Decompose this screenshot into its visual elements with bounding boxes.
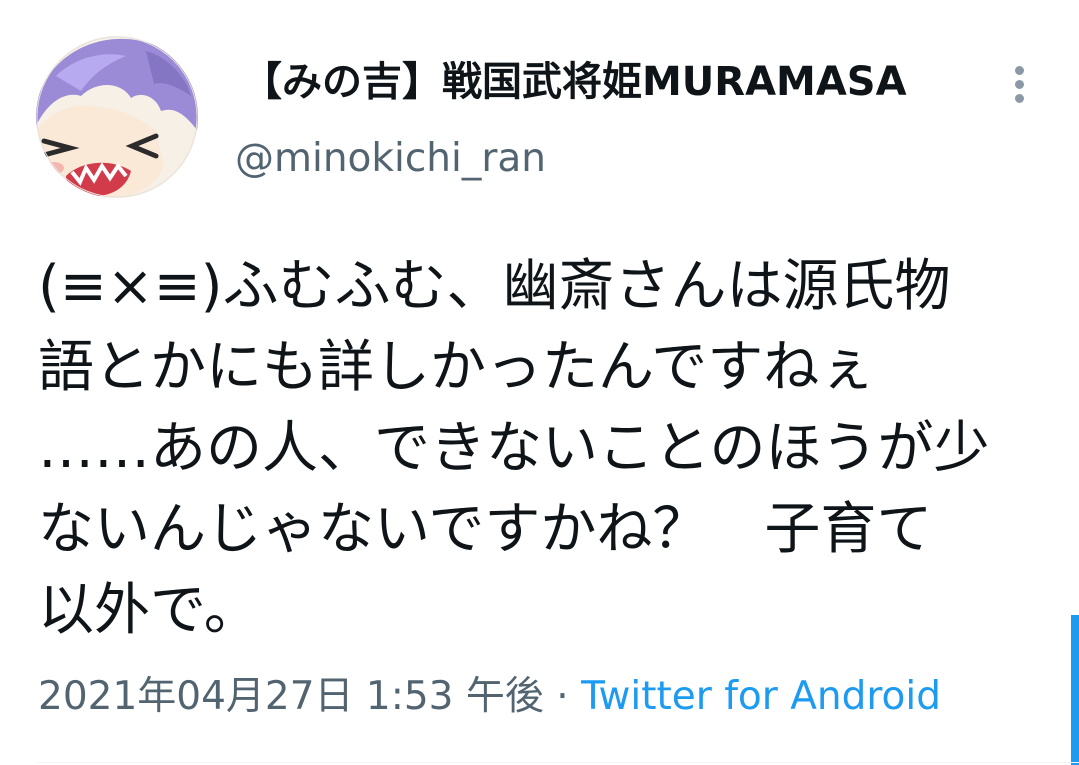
author-handle[interactable]: @minokichi_ran — [235, 136, 546, 182]
scrollbar-thumb[interactable] — [1071, 615, 1079, 765]
more-vertical-icon[interactable] — [1004, 60, 1038, 108]
tweet-source-link[interactable]: Twitter for Android — [581, 674, 941, 719]
tweet-card: 【みの吉】戦国武将姫MURAMASA @minokichi_ran (≡×≡)ふ… — [0, 0, 1079, 765]
avatar-image — [36, 36, 198, 198]
meta-separator: · — [543, 674, 582, 719]
dot — [1015, 80, 1024, 89]
author-display-name[interactable]: 【みの吉】戦国武将姫MURAMASA — [242, 58, 907, 106]
tweet-meta: 2021年04月27日 1:53 午後 · Twitter for Androi… — [38, 672, 941, 722]
avatar[interactable] — [36, 36, 198, 198]
dot — [1015, 94, 1024, 103]
dot — [1015, 66, 1024, 75]
tweet-text-line: ないんじゃないですかね？ 子育て — [38, 497, 933, 562]
tweet-timestamp[interactable]: 2021年04月27日 1:53 午後 — [38, 674, 544, 719]
divider — [38, 762, 1079, 763]
tweet-text: (≡×≡)ふむふむ、幽斎さんは源氏物 語とかにも詳しかったんですねぇ ……あの人… — [38, 246, 1038, 651]
tweet-text-line: (≡×≡)ふむふむ、幽斎さんは源氏物 — [38, 254, 951, 319]
tweet-text-line: 以外で。 — [38, 578, 260, 643]
tweet-text-line: 語とかにも詳しかったんですねぇ — [38, 335, 876, 400]
tweet-text-line: ……あの人、できないことのほうが少 — [38, 416, 990, 481]
